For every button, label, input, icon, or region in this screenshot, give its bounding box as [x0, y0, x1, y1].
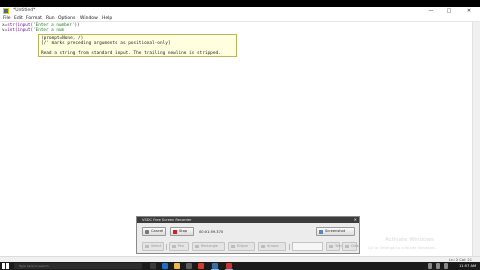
arrow-icon — [261, 245, 265, 248]
cancel-icon — [145, 230, 149, 234]
stop-button[interactable]: Stop — [170, 227, 194, 236]
screenshot-button[interactable]: Screenshot — [316, 227, 355, 236]
taskbar: Type here to search 11:57 AM — [0, 262, 480, 270]
rectangle-tool-label: Rectangle — [201, 244, 218, 248]
network-icon[interactable] — [428, 263, 432, 269]
rectangle-icon — [195, 245, 199, 248]
minimize-button[interactable]: — — [424, 7, 438, 15]
pen-tool-button[interactable]: Pen — [169, 242, 189, 251]
arrows-tool-label: Arrows — [267, 244, 279, 248]
arrows-tool-button[interactable]: Arrows — [258, 242, 286, 251]
taskbar-clock[interactable]: 11:57 AM — [459, 262, 476, 270]
file-explorer-icon[interactable] — [174, 263, 180, 269]
rectangle-tool-button[interactable]: Rectangle — [192, 242, 225, 251]
cursor-icon — [145, 245, 149, 248]
calltip-note: [/' marks preceding arguments as positio… — [41, 41, 171, 46]
maximize-button[interactable]: □ — [442, 7, 456, 15]
start-button[interactable] — [2, 263, 9, 269]
stop-label: Stop — [179, 229, 188, 233]
code-func: int(input( — [7, 28, 34, 33]
menu-window[interactable]: Window — [80, 15, 98, 22]
edge-icon[interactable] — [162, 263, 168, 269]
volume-icon[interactable] — [436, 263, 440, 269]
cancel-button[interactable]: Cancel — [142, 227, 166, 236]
menu-run[interactable]: Run — [46, 15, 55, 22]
stop-icon — [173, 230, 177, 234]
chrome-icon[interactable] — [198, 263, 204, 269]
window-title: *Untitled* — [13, 8, 36, 13]
text-tool-button[interactable]: Text — [326, 242, 342, 251]
screenshot-label: Screenshot — [325, 229, 346, 233]
screen: *Untitled* — □ ✕ File Edit Format Run Op… — [0, 0, 480, 270]
letterbox-top — [0, 0, 480, 7]
calltip-doc: Read a string from standard input. The t… — [41, 51, 221, 56]
cancel-label: Cancel — [151, 229, 164, 233]
pen-icon — [172, 245, 176, 248]
camera-icon — [319, 230, 323, 234]
menu-options[interactable]: Options — [58, 15, 75, 22]
select-tool-label: Select — [151, 244, 162, 248]
menu-file[interactable]: File — [3, 15, 11, 22]
taskbar-search-box[interactable]: Type here to search — [14, 263, 142, 269]
calltip-popup: (prompt=None, /) [/' marks preceding arg… — [38, 34, 237, 57]
ellipse-tool-label: Ellipse — [237, 244, 248, 248]
task-view-icon[interactable] — [150, 263, 156, 269]
eraser-icon — [345, 245, 349, 248]
code-close: )) — [74, 23, 80, 28]
window-titlebar: *Untitled* — □ ✕ — [0, 7, 480, 15]
store-icon[interactable] — [186, 263, 192, 269]
text-tool-label: Text — [335, 244, 342, 248]
activation-watermark-text: Go to Settings to activate Windows. — [368, 245, 437, 250]
toolbar-divider — [289, 244, 290, 250]
pen-tool-label: Pen — [178, 244, 185, 248]
recorder-title: VSDC Free Screen Recorder — [142, 218, 192, 222]
recorder-titlebar[interactable]: VSDC Free Screen Recorder ✕ — [137, 217, 359, 223]
text-icon — [329, 245, 333, 248]
menu-edit[interactable]: Edit — [14, 15, 23, 22]
menu-help[interactable]: Help — [102, 15, 112, 22]
recording-time: 00:01:59.370 — [199, 230, 224, 234]
activation-watermark-title: Activate Windows — [385, 237, 434, 243]
python-app-icon — [3, 8, 9, 14]
close-button[interactable]: ✕ — [462, 7, 476, 15]
ellipse-tool-button[interactable]: Ellipse — [228, 242, 255, 251]
tool-size-field[interactable] — [292, 242, 323, 251]
battery-icon[interactable] — [444, 263, 448, 269]
code-line-2: v=int(input('Enter a num — [2, 28, 64, 33]
search-placeholder: Type here to search — [19, 264, 49, 268]
vertical-scrollbar[interactable] — [472, 22, 480, 256]
clear-tool-label: Clear — [351, 244, 360, 248]
clear-tool-button[interactable]: Clear — [342, 242, 360, 251]
toolbar-divider — [166, 244, 167, 250]
ellipse-icon — [231, 245, 235, 248]
screen-recorder-window: VSDC Free Screen Recorder ✕ Cancel Stop … — [136, 216, 360, 254]
code-string: 'Enter a num — [33, 28, 65, 33]
menu-bar: File Edit Format Run Options Window Help — [0, 15, 480, 22]
select-tool-button[interactable]: Select — [142, 242, 164, 251]
recorder-close-button[interactable]: ✕ — [354, 217, 357, 223]
menu-format[interactable]: Format — [26, 15, 42, 22]
